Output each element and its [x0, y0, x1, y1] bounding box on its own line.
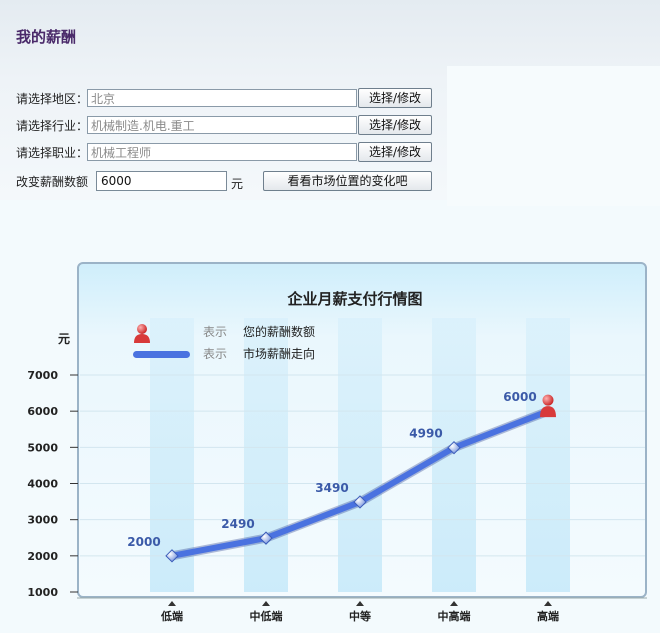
x-tick-label: 高端 — [537, 609, 559, 623]
data-label: 4990 — [409, 427, 442, 441]
x-tick-label: 中等 — [349, 609, 371, 623]
legend-prefix-2: 表示 — [203, 347, 227, 361]
y-axis-label: 元 — [58, 332, 70, 346]
data-label: 2000 — [127, 535, 160, 549]
y-tick-label: 2000 — [27, 550, 58, 563]
category-column-5 — [526, 318, 570, 592]
x-tick-label: 中低端 — [250, 609, 283, 623]
legend-text-market-trend: 市场薪酬走向 — [243, 346, 315, 361]
y-tick-label: 3000 — [27, 514, 58, 527]
y-tick-label: 1000 — [27, 586, 58, 599]
y-tick-label: 5000 — [27, 441, 58, 454]
y-tick-label: 7000 — [27, 369, 58, 382]
data-label: 6000 — [503, 390, 536, 404]
legend-prefix-1: 表示 — [203, 325, 227, 339]
x-tick-label: 低端 — [160, 609, 183, 623]
x-tick-mark — [262, 601, 270, 606]
x-tick-mark — [544, 601, 552, 606]
legend-person-icon — [134, 324, 150, 343]
legend-line-swatch — [133, 351, 190, 358]
x-tick-mark — [356, 601, 364, 606]
legend-text-user-salary: 您的薪酬数额 — [243, 324, 315, 339]
y-tick-label: 6000 — [27, 405, 58, 418]
x-tick-mark — [168, 601, 176, 606]
salary-chart: 1000 2000 3000 4000 5000 6000 7000 低端 中低端 中等 中高端 高… — [27, 290, 647, 623]
data-label: 3490 — [315, 481, 348, 495]
data-label: 2490 — [221, 517, 254, 531]
category-column-3 — [338, 318, 382, 592]
y-tick-label: 4000 — [27, 478, 58, 491]
chart-title: 企业月薪支付行情图 — [286, 290, 422, 308]
x-tick-mark — [450, 601, 458, 606]
x-tick-label: 中高端 — [438, 609, 471, 623]
